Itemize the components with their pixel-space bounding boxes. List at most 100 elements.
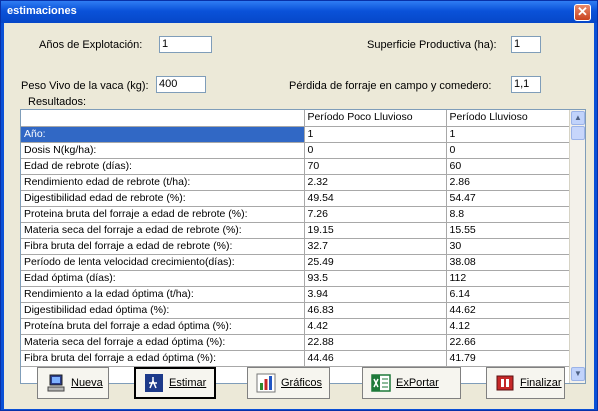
graficos-label: Gráficos [281, 377, 322, 389]
anios-label: Años de Explotación: [39, 39, 143, 51]
table-cell[interactable]: 41.79 [446, 350, 570, 367]
table-row[interactable]: Digestibilidad edad de rebrote (%): 49.54… [21, 190, 570, 207]
arrow-up-icon: ▲ [574, 113, 582, 122]
vertical-scrollbar[interactable]: ▲ ▼ [569, 110, 585, 383]
computer-icon [46, 373, 66, 393]
table-cell[interactable]: Edad óptima (días): [21, 270, 305, 287]
table-cell[interactable]: Edad de rebrote (días): [21, 158, 305, 175]
table-row[interactable]: Edad de rebrote (días): 70 60 [21, 158, 570, 175]
table-row[interactable]: Rendimiento edad de rebrote (t/ha): 2.32 2… [21, 174, 570, 191]
table-cell[interactable]: Proteina bruta del forraje a edad de reb… [21, 206, 305, 223]
table-cell[interactable]: 8.8 [446, 206, 570, 223]
superficie-label: Superficie Productiva (ha): [367, 39, 497, 51]
table-row[interactable]: Rendimiento a la edad óptima (t/ha): 3.94… [21, 286, 570, 303]
table-row[interactable]: Período de lenta velocidad crecimiento(d… [21, 254, 570, 271]
anios-field[interactable]: 1 [159, 36, 212, 53]
perdida-field[interactable]: 1,1 [511, 76, 541, 93]
estimar-button[interactable]: Estimar [134, 367, 216, 399]
table-cell[interactable]: 19.15 [304, 222, 447, 239]
scroll-up-button[interactable]: ▲ [571, 111, 585, 125]
arrow-down-icon: ▼ [574, 369, 582, 378]
table-cell[interactable]: 25.49 [304, 254, 447, 271]
table-cell[interactable]: 49.54 [304, 190, 447, 207]
table-row[interactable]: Proteina bruta del forraje a edad de reb… [21, 206, 570, 223]
table-row[interactable]: Materia seca del forraje a edad óptima (… [21, 334, 570, 351]
window-title: estimaciones [7, 5, 77, 17]
table-cell[interactable]: 70 [304, 158, 447, 175]
table-cell[interactable]: 54.47 [446, 190, 570, 207]
estimar-label: Estimar [169, 377, 207, 389]
graficos-button[interactable]: Gráficos [247, 367, 330, 399]
results-table: Período Poco Lluvioso Período Lluvioso A… [21, 110, 570, 367]
table-cell[interactable]: 44.46 [304, 350, 447, 367]
table-cell[interactable]: Año: [21, 126, 305, 143]
table-cell[interactable]: 7.26 [304, 206, 447, 223]
table-cell[interactable]: Fibra bruta del forraje a edad de rebrot… [21, 238, 305, 255]
table-row[interactable]: Proteína bruta del forraje a edad óptima… [21, 318, 570, 335]
table-cell[interactable]: Dosis N(kg/ha): [21, 142, 305, 159]
column-header: Período Lluvioso [446, 110, 570, 127]
finalizar-label: Finalizar [520, 377, 562, 389]
title-bar[interactable]: estimaciones ✕ [1, 1, 597, 23]
close-icon: ✕ [577, 4, 588, 19]
table-cell[interactable]: Digestibilidad edad óptima (%): [21, 302, 305, 319]
table-cell[interactable]: Rendimiento edad de rebrote (t/ha): [21, 174, 305, 191]
table-cell[interactable]: 4.12 [446, 318, 570, 335]
table-cell[interactable]: 0 [304, 142, 447, 159]
table-cell[interactable]: 3.94 [304, 286, 447, 303]
table-cell[interactable]: Proteína bruta del forraje a edad óptima… [21, 318, 305, 335]
nueva-label: Nueva [71, 377, 103, 389]
exportar-button[interactable]: ExPortar [362, 367, 461, 399]
scroll-down-button[interactable]: ▼ [571, 367, 585, 381]
table-row[interactable]: Digestibilidad edad óptima (%): 46.83 44.6… [21, 302, 570, 319]
table-cell[interactable]: 2.86 [446, 174, 570, 191]
peso-label: Peso Vivo de la vaca (kg): [21, 80, 149, 92]
table-cell[interactable]: Materia seca del forraje a edad de rebro… [21, 222, 305, 239]
table-cell[interactable]: 38.08 [446, 254, 570, 271]
table-cell[interactable]: 30 [446, 238, 570, 255]
nueva-button[interactable]: Nueva [37, 367, 109, 399]
table-cell[interactable]: Período de lenta velocidad crecimiento(d… [21, 254, 305, 271]
estimar-icon [144, 373, 164, 393]
table-cell[interactable]: 6.14 [446, 286, 570, 303]
results-grid[interactable]: Período Poco Lluvioso Período Lluvioso A… [20, 109, 586, 384]
table-row[interactable]: Fibra bruta del forraje a edad de rebrot… [21, 238, 570, 255]
superficie-field[interactable]: 1 [511, 36, 541, 53]
table-cell[interactable]: 93.5 [304, 270, 447, 287]
table-cell[interactable]: Digestibilidad edad de rebrote (%): [21, 190, 305, 207]
table-row[interactable]: Fibra bruta del forraje a edad óptima (%… [21, 350, 570, 367]
table-cell[interactable]: 44.62 [446, 302, 570, 319]
column-header [21, 110, 305, 127]
table-row[interactable]: Año: 1 1 [21, 126, 570, 143]
table-cell[interactable]: 2.32 [304, 174, 447, 191]
table-cell[interactable]: 0 [446, 142, 570, 159]
table-cell[interactable]: 46.83 [304, 302, 447, 319]
excel-icon [371, 373, 391, 393]
exportar-label: ExPortar [396, 377, 439, 389]
table-cell[interactable]: 1 [304, 126, 447, 143]
estimaciones-window: estimaciones ✕ Años de Explotación: 1 Su… [0, 0, 598, 411]
table-cell[interactable]: Materia seca del forraje a edad óptima (… [21, 334, 305, 351]
peso-field[interactable]: 400 [156, 76, 206, 93]
scroll-thumb[interactable] [571, 126, 585, 140]
table-cell[interactable]: 60 [446, 158, 570, 175]
table-row[interactable]: Edad óptima (días): 93.5 112 [21, 270, 570, 287]
exit-icon [495, 373, 515, 393]
table-cell[interactable]: 22.66 [446, 334, 570, 351]
form-area: Años de Explotación: 1 Superficie Produc… [4, 23, 594, 409]
table-cell[interactable]: 112 [446, 270, 570, 287]
table-cell[interactable]: 15.55 [446, 222, 570, 239]
table-header-row: Período Poco Lluvioso Período Lluvioso [21, 110, 570, 127]
finalizar-button[interactable]: Finalizar [486, 367, 565, 399]
close-button[interactable]: ✕ [574, 4, 591, 21]
table-row[interactable]: Materia seca del forraje a edad de rebro… [21, 222, 570, 239]
column-header: Período Poco Lluvioso [304, 110, 447, 127]
perdida-label: Pérdida de forraje en campo y comedero: [289, 80, 492, 92]
table-cell[interactable]: Fibra bruta del forraje a edad óptima (%… [21, 350, 305, 367]
table-cell[interactable]: 22.88 [304, 334, 447, 351]
table-cell[interactable]: 1 [446, 126, 570, 143]
table-cell[interactable]: 32.7 [304, 238, 447, 255]
table-row[interactable]: Dosis N(kg/ha): 0 0 [21, 142, 570, 159]
table-cell[interactable]: 4.42 [304, 318, 447, 335]
table-cell[interactable]: Rendimiento a la edad óptima (t/ha): [21, 286, 305, 303]
